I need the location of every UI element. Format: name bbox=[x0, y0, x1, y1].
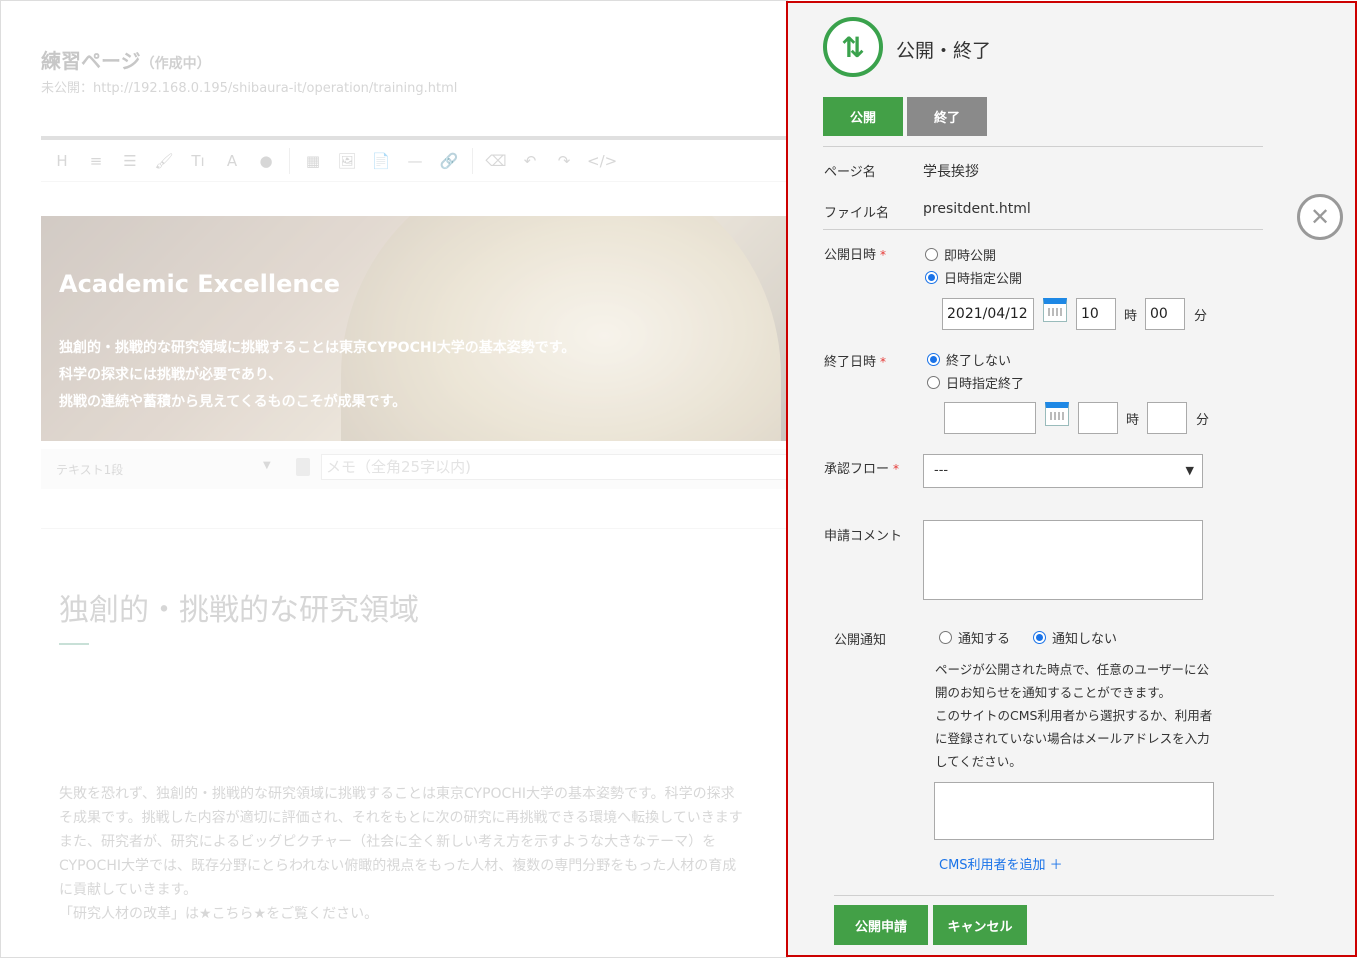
redo-icon[interactable]: ↷ bbox=[553, 152, 575, 170]
hero-text-line: 独創的・挑戦的な研究領域に挑戦することは東京CYPOCHI大学の基本姿勢です。 bbox=[59, 340, 576, 356]
minute-unit: 分 bbox=[1196, 413, 1210, 428]
memo-input[interactable]: メモ（全角25字以内) bbox=[321, 454, 787, 480]
radio-selected-icon[interactable] bbox=[1033, 631, 1046, 644]
link-icon[interactable]: 🔗 bbox=[438, 152, 460, 170]
brush-icon[interactable]: 🖌 bbox=[153, 152, 175, 170]
image-icon[interactable]: 🖼 bbox=[336, 152, 358, 170]
radio-icon[interactable] bbox=[927, 376, 940, 389]
divider bbox=[41, 528, 787, 529]
drop-icon[interactable]: ● bbox=[255, 152, 277, 170]
publish-immediate-radio[interactable]: 即時公開 bbox=[925, 245, 996, 264]
apply-publish-button[interactable]: 公開申請 bbox=[834, 905, 928, 945]
publish-date-input[interactable]: 2021/04/12 bbox=[942, 298, 1034, 330]
end-minute-input[interactable] bbox=[1147, 402, 1187, 434]
notify-recipients-textarea[interactable] bbox=[934, 782, 1214, 840]
close-icon[interactable]: ✕ bbox=[1297, 194, 1343, 240]
page-name-label: ページ名 bbox=[824, 165, 876, 180]
page-editor: 練習ページ（作成中） 未公開：http://192.168.0.195/shib… bbox=[0, 0, 788, 958]
end-scheduled-radio[interactable]: 日時指定終了 bbox=[927, 373, 1024, 392]
radio-icon[interactable] bbox=[939, 631, 952, 644]
text-size-icon[interactable]: Tı bbox=[187, 152, 209, 170]
page-title: 練習ページ（作成中） bbox=[41, 49, 211, 73]
calendar-icon[interactable] bbox=[1045, 402, 1069, 426]
editor-toolbar: H ≡ ☰ 🖌 Tı A ● ▦ 🖼 📄 — 🔗 ⌫ ↶ ↷ </> bbox=[41, 136, 787, 182]
publish-datetime-label: 公開日時 * bbox=[824, 248, 887, 263]
hero-banner: Academic Excellence 独創的・挑戦的な研究領域に挑戦することは… bbox=[41, 216, 787, 441]
approval-flow-label: 承認フロー * bbox=[824, 462, 900, 477]
panel-title: 公開・終了 bbox=[896, 40, 992, 62]
source-code-icon[interactable]: </> bbox=[587, 152, 617, 170]
memo-icon bbox=[296, 458, 310, 476]
publish-minute-input[interactable]: 00 bbox=[1145, 298, 1185, 330]
undo-icon[interactable]: ↶ bbox=[519, 152, 541, 170]
publish-scheduled-radio[interactable]: 日時指定公開 bbox=[925, 268, 1022, 287]
required-mark: * bbox=[880, 248, 887, 262]
end-hour-input[interactable] bbox=[1078, 402, 1118, 434]
minute-unit: 分 bbox=[1194, 309, 1208, 324]
file-name-label: ファイル名 bbox=[824, 206, 890, 221]
divider bbox=[823, 229, 1263, 230]
end-none-radio[interactable]: 終了しない bbox=[927, 350, 1011, 369]
notify-label: 公開通知 bbox=[834, 633, 887, 648]
publish-hour-input[interactable]: 10 bbox=[1076, 298, 1116, 330]
comment-label: 申請コメント bbox=[824, 529, 903, 544]
approval-flow-select[interactable]: --- ▼ bbox=[923, 454, 1203, 488]
toolbar-divider bbox=[289, 147, 290, 174]
font-color-icon[interactable]: A bbox=[221, 152, 243, 170]
file-name-value: presitdent.html bbox=[923, 201, 1031, 217]
horizontal-rule-icon[interactable]: — bbox=[404, 152, 426, 170]
end-date-input[interactable] bbox=[944, 402, 1036, 434]
page-status: （作成中） bbox=[140, 56, 211, 72]
section-heading: 独創的・挑戦的な研究領域 bbox=[59, 593, 419, 628]
tab-end[interactable]: 終了 bbox=[907, 97, 987, 136]
tab-publish[interactable]: 公開 bbox=[823, 97, 903, 136]
page-name-value: 学長挨拶 bbox=[923, 164, 979, 180]
file-icon[interactable]: 📄 bbox=[370, 152, 392, 170]
hero-text-line: 挑戦の連続や蓄積から見えてくるものこそが成果です。 bbox=[59, 394, 407, 410]
eraser-icon[interactable]: ⌫ bbox=[485, 152, 507, 170]
table-icon[interactable]: ▦ bbox=[302, 152, 324, 170]
radio-icon[interactable] bbox=[925, 248, 938, 261]
heading-icon[interactable]: H bbox=[51, 152, 73, 170]
cancel-button[interactable]: キャンセル bbox=[933, 905, 1027, 945]
heading-underline bbox=[59, 643, 89, 645]
list-icon[interactable]: ☰ bbox=[119, 152, 141, 170]
notify-yes-radio[interactable]: 通知する bbox=[939, 628, 1010, 647]
required-mark: * bbox=[893, 462, 900, 476]
add-cms-user-link[interactable]: CMS利用者を追加 ＋ bbox=[939, 854, 1063, 873]
divider bbox=[823, 146, 1263, 147]
block-settings-bar: テキスト1段 ▼ メモ（全角25字以内) bbox=[41, 449, 787, 489]
chevron-down-icon: ▼ bbox=[1185, 464, 1194, 477]
page-url: 未公開：http://192.168.0.195/shibaura-it/ope… bbox=[41, 81, 458, 96]
required-mark: * bbox=[880, 355, 887, 369]
divider bbox=[834, 895, 1274, 896]
toolbar-divider bbox=[472, 147, 473, 174]
body-paragraph: 失敗を恐れず、独創的・挑戦的な研究領域に挑戦することは東京CYPOCHI大学の基… bbox=[59, 786, 743, 922]
end-datetime-label: 終了日時 * bbox=[824, 355, 887, 370]
chevron-down-icon: ▼ bbox=[263, 460, 271, 471]
hero-text-line: 科学の探求には挑戦が必要であり、 bbox=[59, 367, 283, 383]
hero-title: Academic Excellence bbox=[59, 270, 340, 298]
notify-no-radio[interactable]: 通知しない bbox=[1033, 628, 1117, 647]
hour-unit: 時 bbox=[1126, 413, 1140, 428]
comment-textarea[interactable] bbox=[923, 520, 1203, 600]
block-type-select[interactable]: テキスト1段 bbox=[56, 461, 123, 478]
radio-selected-icon[interactable] bbox=[925, 271, 938, 284]
radio-selected-icon[interactable] bbox=[927, 353, 940, 366]
publish-panel: ⇅ 公開・終了 公開 終了 ページ名 学長挨拶 ファイル名 presitdent… bbox=[786, 1, 1357, 957]
notify-help-text: ページが公開された時点で、任意のユーザーに公 開のお知らせを通知することができま… bbox=[935, 662, 1213, 769]
align-icon[interactable]: ≡ bbox=[85, 152, 107, 170]
hour-unit: 時 bbox=[1124, 309, 1138, 324]
publish-toggle-icon: ⇅ bbox=[823, 17, 883, 77]
calendar-icon[interactable] bbox=[1043, 298, 1067, 322]
